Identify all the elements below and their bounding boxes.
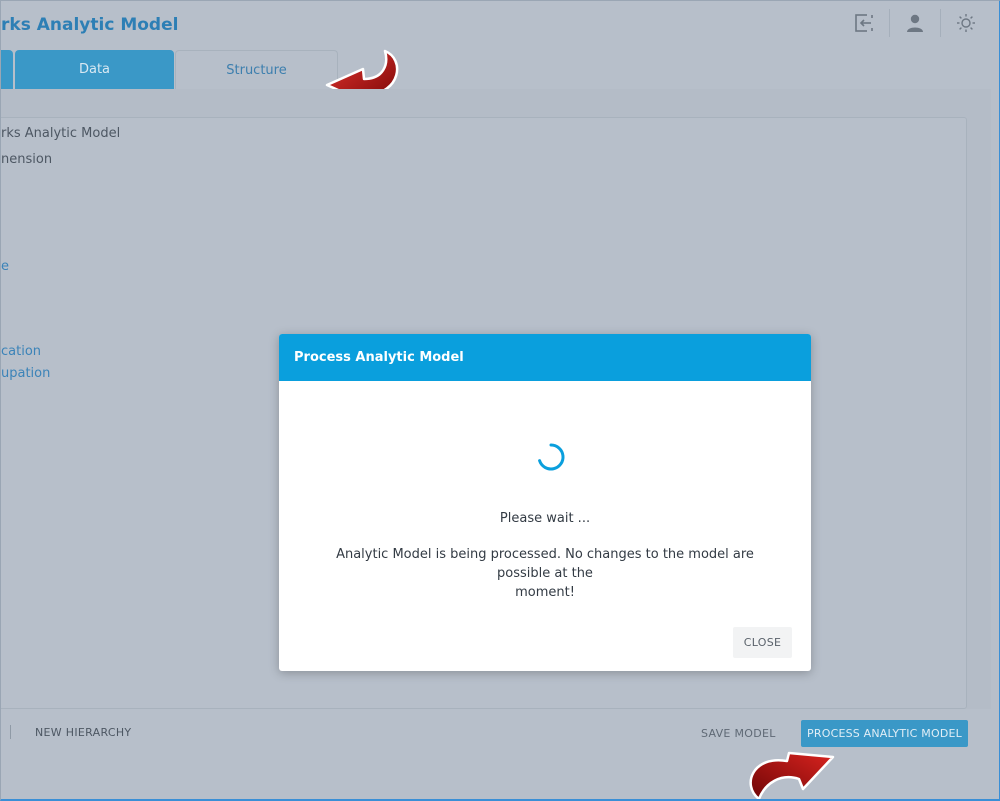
dialog-message-line1: Analytic Model is being processed. No ch…	[336, 547, 754, 581]
loading-spinner-icon	[538, 443, 565, 471]
dialog-message: Analytic Model is being processed. No ch…	[309, 545, 781, 602]
footer-separator	[10, 725, 11, 739]
process-analytic-model-button[interactable]: PROCESS ANALYTIC MODEL	[801, 720, 968, 747]
lightbulb-icon[interactable]	[953, 10, 979, 36]
process-button-label: PROCESS ANALYTIC MODEL	[807, 727, 962, 740]
close-button-label: CLOSE	[743, 636, 782, 649]
app-window: rks Analytic Model Data Structure rks An…	[0, 0, 1000, 801]
tab-data-label: Data	[78, 62, 111, 77]
process-dialog: Process Analytic Model Please wait ... A…	[279, 334, 811, 671]
header-toolbar	[851, 9, 979, 37]
tree-item-model[interactable]: rks Analytic Model	[1, 126, 120, 141]
page-title: rks Analytic Model	[1, 15, 179, 35]
wait-text: Please wait ...	[499, 511, 591, 526]
user-icon[interactable]	[902, 10, 928, 36]
tree-item-e[interactable]: e	[1, 259, 9, 274]
dialog-header: Process Analytic Model	[279, 334, 811, 381]
tree-item-location[interactable]: cation	[1, 344, 41, 359]
tab-data[interactable]: Data	[15, 50, 174, 89]
dialog-message-line2: moment!	[515, 585, 575, 600]
header-separator	[889, 9, 890, 37]
tab-structure[interactable]: Structure	[175, 50, 338, 89]
header-separator	[940, 9, 941, 37]
dialog-title: Process Analytic Model	[294, 350, 464, 365]
save-model-button[interactable]: SAVE MODEL	[701, 727, 776, 740]
tab-structure-label: Structure	[226, 62, 287, 78]
tree-item-dimension[interactable]: nension	[1, 152, 52, 167]
tree-item-occupation[interactable]: upation	[1, 366, 50, 381]
new-hierarchy-button[interactable]: NEW HIERARCHY	[35, 726, 131, 739]
close-button[interactable]: CLOSE	[733, 627, 792, 658]
tab-previous[interactable]	[1, 50, 13, 89]
logout-icon[interactable]	[851, 10, 877, 36]
tutorial-arrow-icon	[749, 751, 835, 799]
